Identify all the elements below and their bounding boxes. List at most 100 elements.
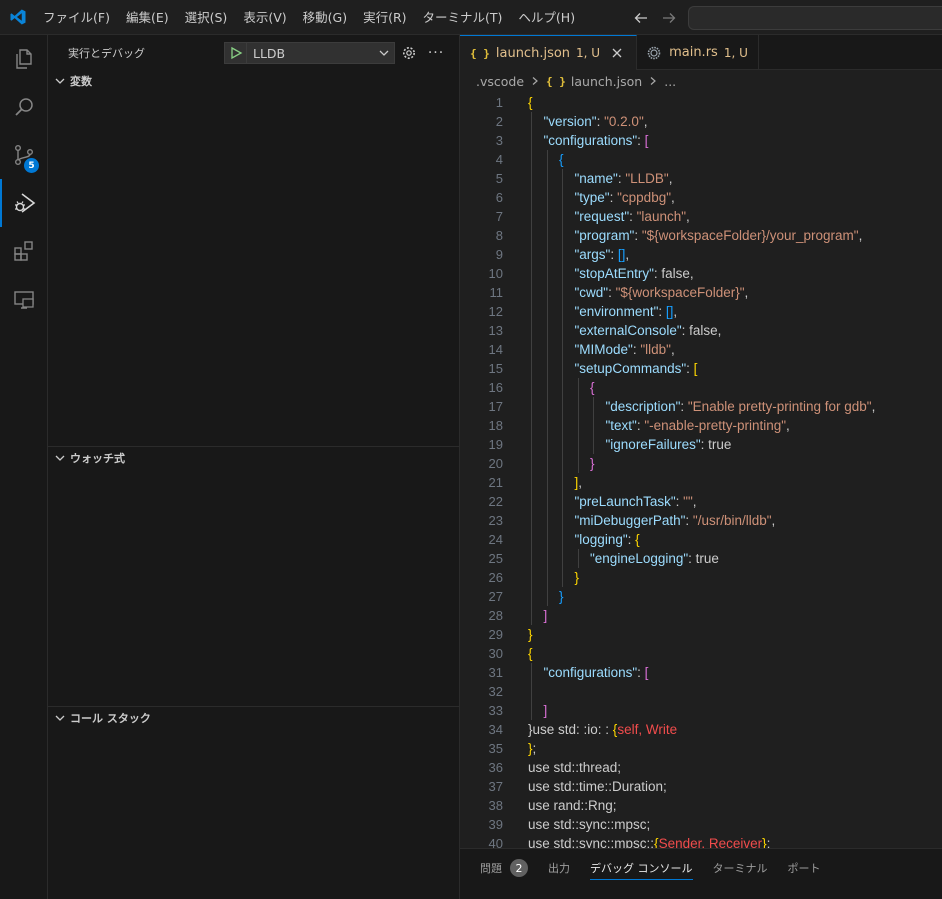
line-number: 37 <box>488 779 503 794</box>
code-line: 35}; <box>460 739 942 758</box>
line-number: 4 <box>495 152 503 167</box>
code-text: } <box>528 627 533 642</box>
panel-tab-debug-console[interactable]: デバッグ コンソール <box>590 856 693 880</box>
watch-section-title: ウォッチ式 <box>70 452 125 465</box>
line-number: 28 <box>488 608 503 623</box>
rust-icon <box>647 46 661 60</box>
indent-guide <box>531 663 532 720</box>
code-text: { <box>559 152 564 167</box>
line-number: 22 <box>488 494 503 509</box>
line-number: 35 <box>488 741 503 756</box>
more-actions-icon[interactable]: ··· <box>427 44 445 62</box>
source-control-icon[interactable]: 5 <box>0 131 48 179</box>
run-and-debug-sidebar: 実行とデバッグ LLDB ··· 変数 ウォッチ式 コール スタック <box>48 35 460 899</box>
code-text: use std::sync::mpsc; <box>528 817 651 832</box>
code-line: 8 "program": "${workspaceFolder}/your_pro… <box>460 226 942 245</box>
code-text: "externalConsole": false, <box>574 323 722 338</box>
line-number: 21 <box>488 475 503 490</box>
code-text: "cwd": "${workspaceFolder}", <box>574 285 749 300</box>
debug-configuration-select[interactable]: LLDB <box>224 42 395 64</box>
code-line: 1{ <box>460 93 942 112</box>
menu-terminal[interactable]: ターミナル(T) <box>415 0 511 35</box>
tab-main-rs[interactable]: main.rs 1, U <box>637 35 759 70</box>
call-stack-section: コール スタック <box>48 706 459 729</box>
close-icon[interactable] <box>608 44 626 62</box>
panel-tab-output[interactable]: 出力 <box>548 856 570 880</box>
line-number: 40 <box>488 836 503 848</box>
code-editor[interactable]: 1{2 "version": "0.2.0", 3 "configurations":… <box>460 92 942 848</box>
search-icon[interactable] <box>0 83 48 131</box>
breadcrumb-more[interactable]: ... <box>664 74 676 89</box>
chevron-right-icon <box>648 76 658 86</box>
watch-section-header[interactable]: ウォッチ式 <box>48 447 459 469</box>
debug-configuration-name: LLDB <box>253 45 286 61</box>
menu-selection[interactable]: 選択(S) <box>177 0 236 35</box>
code-text: "request": "launch", <box>574 209 690 224</box>
menu-run[interactable]: 実行(R) <box>355 0 414 35</box>
code-line: 32 <box>460 682 942 701</box>
code-line: 39 use std::sync::mpsc; <box>460 815 942 834</box>
code-line: 19 "ignoreFailures": true <box>460 435 942 454</box>
tab-launch-json[interactable]: { } launch.json 1, U <box>460 35 638 70</box>
menu-help[interactable]: ヘルプ(H) <box>510 0 583 35</box>
line-number: 39 <box>488 817 503 832</box>
breadcrumb-folder[interactable]: .vscode <box>476 74 524 89</box>
command-center-search[interactable] <box>688 6 942 30</box>
code-text: } <box>590 456 595 471</box>
code-line: 12 "environment": [], <box>460 302 942 321</box>
code-line: 14 "MIMode": "lldb", <box>460 340 942 359</box>
line-number: 15 <box>488 361 503 376</box>
code-line: 38 use rand::Rng; <box>460 796 942 815</box>
code-line: 33] <box>460 701 942 720</box>
line-number: 6 <box>495 190 503 205</box>
start-debugging-play-icon[interactable] <box>225 43 247 63</box>
bottom-panel: 問題 2 出力 デバッグ コンソール ターミナル ポート <box>460 848 942 899</box>
code-line: 16 { <box>460 378 942 397</box>
code-text: "MIMode": "lldb", <box>574 342 675 357</box>
code-text: use std::time::Duration; <box>528 779 667 794</box>
vscode-logo-icon <box>0 0 35 35</box>
panel-tab-terminal[interactable]: ターミナル <box>713 856 768 880</box>
panel-tab-ports[interactable]: ポート <box>788 856 821 880</box>
indent-guide <box>577 549 579 568</box>
code-text: "text": "-enable-pretty-printing", <box>605 418 790 433</box>
sidebar-title: 実行とデバッグ <box>68 46 145 60</box>
line-number: 34 <box>488 722 503 737</box>
remote-explorer-icon[interactable] <box>0 275 48 323</box>
menu-file[interactable]: ファイル(F) <box>35 0 118 35</box>
code-line: 29} <box>460 625 942 644</box>
run-and-debug-icon[interactable] <box>0 179 48 227</box>
variables-section-header[interactable]: 変数 <box>48 70 459 92</box>
line-number: 14 <box>488 342 503 357</box>
forward-arrow-icon[interactable] <box>660 9 678 27</box>
variables-section: 変数 <box>48 70 459 92</box>
breadcrumb-file[interactable]: launch.json <box>571 74 642 89</box>
gear-icon[interactable] <box>400 44 418 62</box>
tab-status: 1, U <box>723 45 748 60</box>
explorer-icon[interactable] <box>0 35 48 83</box>
extensions-icon[interactable] <box>0 227 48 275</box>
code-text: "engineLogging": true <box>590 551 719 566</box>
code-line: 31 "configurations": [ <box>460 663 942 682</box>
code-text: "miDebuggerPath": "/usr/bin/lldb", <box>574 513 776 528</box>
menu-go[interactable]: 移動(G) <box>295 0 355 35</box>
tab-label: main.rs <box>669 45 718 60</box>
code-text: "args": [], <box>574 247 630 262</box>
menu-view[interactable]: 表示(V) <box>235 0 294 35</box>
line-number: 30 <box>488 646 503 661</box>
line-number: 24 <box>488 532 503 547</box>
call-stack-section-header[interactable]: コール スタック <box>48 707 459 729</box>
code-text: "preLaunchTask": "", <box>574 494 697 509</box>
chevron-right-icon <box>530 76 540 86</box>
code-line: 23 "miDebuggerPath": "/usr/bin/lldb", <box>460 511 942 530</box>
back-arrow-icon[interactable] <box>632 9 650 27</box>
line-number: 29 <box>488 627 503 642</box>
line-number: 33 <box>488 703 503 718</box>
line-number: 32 <box>488 684 503 699</box>
panel-tab-problems[interactable]: 問題 2 <box>480 856 528 880</box>
line-number: 7 <box>495 209 503 224</box>
code-text: ], <box>574 475 583 490</box>
line-number: 11 <box>489 285 504 300</box>
menu-edit[interactable]: 編集(E) <box>118 0 177 35</box>
line-number: 25 <box>488 551 503 566</box>
